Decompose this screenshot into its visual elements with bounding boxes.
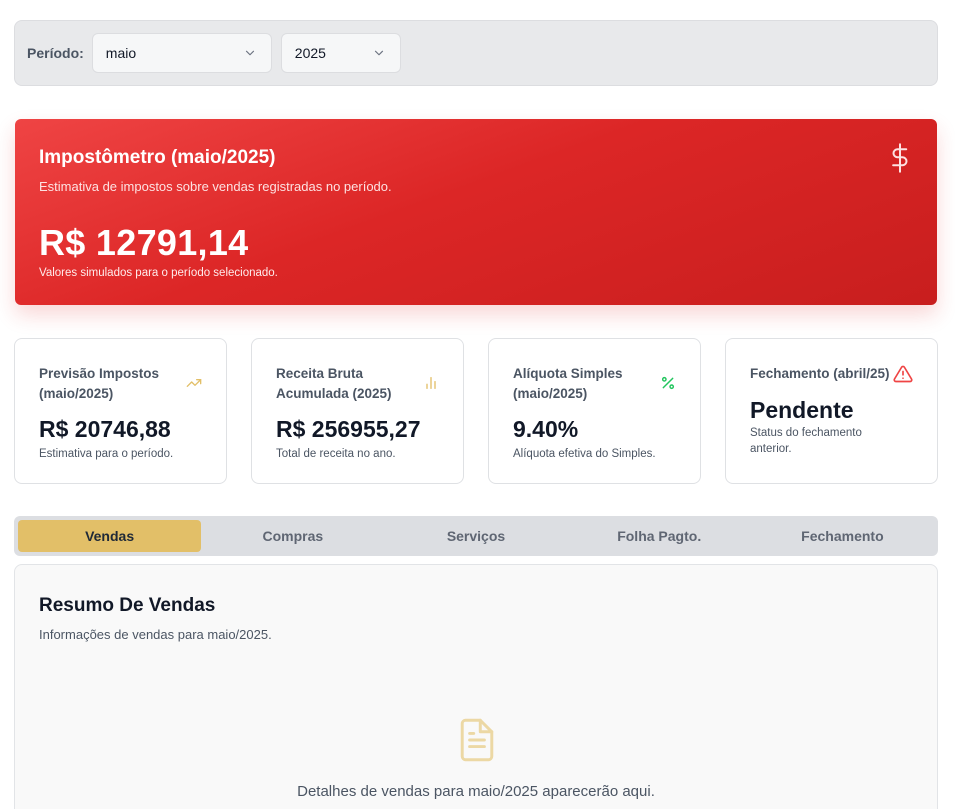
stat-card-previsao-impostos: Previsão Impostos (maio/2025) R$ 20746,8…	[14, 338, 227, 484]
document-icon	[460, 718, 494, 762]
empty-state-text: Detalhes de vendas para maio/2025 aparec…	[297, 783, 655, 800]
stat-card-title: Receita Bruta Acumulada (2025)	[276, 366, 392, 401]
period-filter-bar: Período: maio 2025	[14, 20, 938, 86]
impostometro-title: Impostômetro (maio/2025)	[39, 147, 276, 168]
stat-card-title: Alíquota Simples (maio/2025)	[513, 366, 623, 401]
stat-card-note: Alíquota efetiva do Simples.	[513, 448, 656, 460]
month-select-value: maio	[105, 45, 137, 61]
stat-card-note: Total de receita no ano.	[276, 448, 396, 460]
page: Período: maio 2025 Impostômetro (maio/20…	[0, 0, 955, 809]
dollar-icon	[892, 143, 908, 173]
section-tabs: Vendas Compras Serviços Folha Pagto. Fec…	[14, 516, 938, 556]
panel-title: Resumo De Vendas	[39, 595, 216, 616]
stat-card-value: R$ 256955,27	[276, 416, 421, 442]
stat-card-value: Pendente	[750, 397, 854, 423]
percent-icon	[661, 376, 675, 390]
stat-card-note: Status do fechamento anterior.	[750, 427, 862, 455]
stat-card-receita-bruta: Receita Bruta Acumulada (2025) R$ 256955…	[251, 338, 464, 484]
bar-chart-icon	[426, 377, 436, 389]
impostometro-subtitle: Estimativa de impostos sobre vendas regi…	[39, 179, 392, 194]
tab-folha-pagto[interactable]: Folha Pagto.	[568, 520, 751, 552]
month-select[interactable]: maio	[91, 33, 272, 73]
panel-subtitle: Informações de vendas para maio/2025.	[39, 627, 272, 642]
alert-triangle-icon	[893, 365, 913, 383]
stat-card-title: Fechamento (abril/25)	[750, 366, 890, 381]
tab-compras[interactable]: Compras	[201, 520, 384, 552]
chevron-down-icon	[374, 50, 383, 56]
impostometro-card: Impostômetro (maio/2025) Estimativa de i…	[15, 119, 937, 305]
stat-card-aliquota-simples: Alíquota Simples (maio/2025) 9.40% Alíqu…	[488, 338, 701, 484]
year-select[interactable]: 2025	[280, 33, 401, 73]
impostometro-value: R$ 12791,14	[39, 222, 249, 263]
stat-card-value: 9.40%	[513, 416, 579, 442]
sales-summary-panel: Resumo De Vendas Informações de vendas p…	[14, 564, 938, 809]
tab-servicos[interactable]: Serviços	[384, 520, 567, 552]
period-label: Período:	[27, 45, 84, 61]
impostometro-note: Valores simulados para o período selecio…	[39, 267, 278, 279]
chevron-down-icon	[245, 50, 254, 56]
stat-card-note: Estimativa para o período.	[39, 448, 174, 460]
trending-up-icon	[186, 379, 202, 387]
stat-card-value: R$ 20746,88	[39, 416, 171, 442]
stat-card-title: Previsão Impostos (maio/2025)	[39, 366, 160, 401]
tab-fechamento[interactable]: Fechamento	[751, 520, 934, 552]
tab-vendas[interactable]: Vendas	[18, 520, 202, 552]
stat-card-fechamento: Fechamento (abril/25) Pendente Status do…	[725, 338, 938, 484]
year-select-value: 2025	[294, 45, 326, 61]
